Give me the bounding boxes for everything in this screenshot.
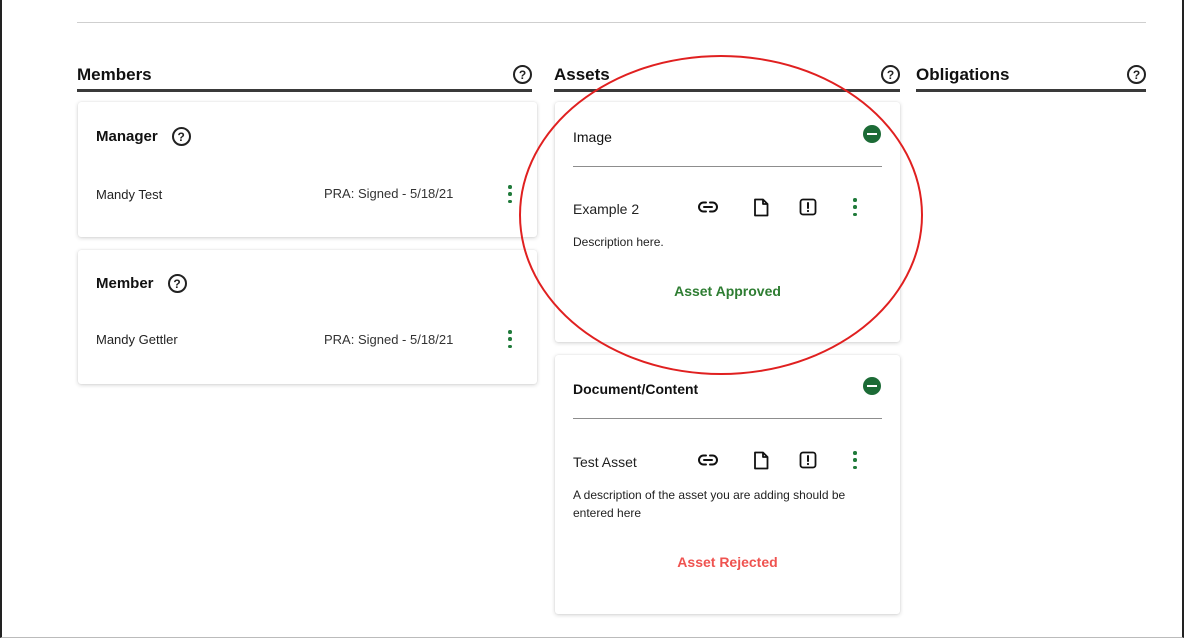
asset-divider [573,418,882,419]
asset-status-badge: Asset Rejected [677,554,778,570]
asset-more-icon[interactable] [849,451,861,469]
asset-type-label: Document/Content [573,381,699,397]
file-icon[interactable] [750,196,772,218]
manager-more-icon[interactable] [504,185,516,203]
manager-role-row: Manager ? [96,127,191,146]
alert-square-icon[interactable] [797,449,819,471]
link-icon[interactable] [697,196,719,218]
manager-help-icon[interactable]: ? [171,127,191,146]
manager-card: Manager ? Mandy Test PRA: Signed - 5/18/… [78,102,537,237]
manager-status: PRA: Signed - 5/18/21 [324,186,454,201]
members-help-icon[interactable]: ? [513,65,532,84]
top-divider [77,22,1146,23]
assets-title: Assets [554,64,610,84]
member-help-icon[interactable]: ? [167,274,187,293]
member-status: PRA: Signed - 5/18/21 [324,332,454,347]
manager-role-label: Manager [96,128,158,145]
asset-name: Example 2 [573,201,640,217]
member-name: Mandy Gettler [96,332,178,347]
asset-name: Test Asset [573,454,637,470]
member-role-row: Member ? [96,274,187,293]
assets-help-icon[interactable]: ? [881,65,900,84]
member-more-icon[interactable] [504,330,516,348]
asset-type-label: Image [573,129,612,145]
obligations-header: Obligations ? [916,60,1146,92]
members-header: Members ? [77,60,532,92]
asset-more-icon[interactable] [849,198,861,216]
members-title: Members [77,64,152,84]
remove-asset-icon[interactable] [863,377,881,395]
asset-card-document: Document/Content Test Asset A descriptio… [555,355,900,614]
asset-card-image: Image Example 2 Description here. Asset … [555,102,900,342]
member-card: Member ? Mandy Gettler PRA: Signed - 5/1… [78,250,537,384]
manager-name: Mandy Test [96,187,163,202]
link-icon[interactable] [697,449,719,471]
remove-asset-icon[interactable] [863,125,881,143]
member-role-label: Member [96,275,154,292]
alert-square-icon[interactable] [797,196,819,218]
assets-header: Assets ? [554,60,900,92]
obligations-title: Obligations [916,64,1010,84]
file-icon[interactable] [750,449,772,471]
obligations-help-icon[interactable]: ? [1127,65,1146,84]
asset-status-badge: Asset Approved [674,283,781,299]
asset-description: A description of the asset you are addin… [573,488,846,520]
asset-description: Description here. [573,235,664,249]
asset-divider [573,166,882,167]
